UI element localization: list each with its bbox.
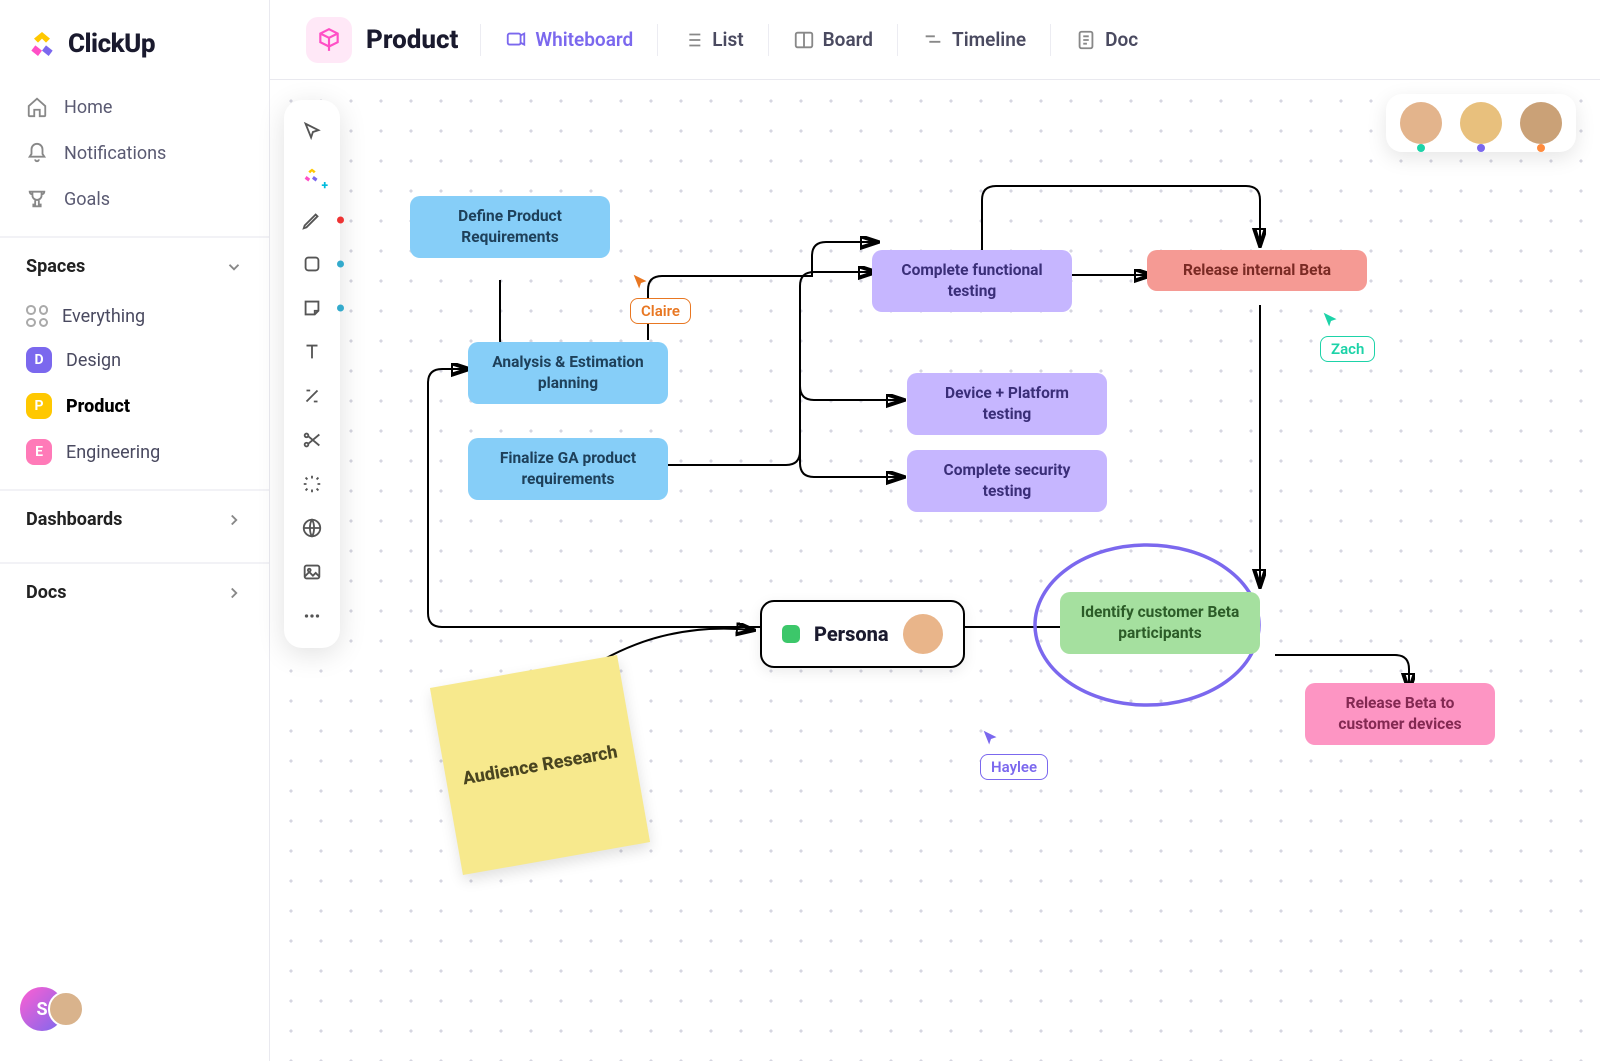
board-icon — [793, 29, 815, 51]
clickup-icon — [26, 28, 58, 60]
tab-board[interactable]: Board — [791, 28, 875, 51]
tab-doc[interactable]: Doc — [1073, 28, 1140, 51]
tool-scissors[interactable] — [292, 420, 332, 460]
trophy-icon — [26, 188, 48, 210]
topbar: Product Whiteboard List Board Timeline — [270, 0, 1600, 80]
space-badge: E — [26, 439, 52, 465]
page-title[interactable]: Product — [306, 17, 458, 63]
space-badge: D — [26, 347, 52, 373]
node-finalize[interactable]: Finalize GA product requirements — [468, 438, 668, 500]
tool-shape[interactable] — [292, 244, 332, 284]
doc-icon — [1075, 29, 1097, 51]
tab-timeline[interactable]: Timeline — [920, 28, 1028, 51]
tool-more[interactable] — [292, 596, 332, 636]
sidebar-label: Goals — [64, 189, 110, 210]
brand-name: ClickUp — [68, 29, 155, 59]
space-label: Engineering — [66, 442, 160, 463]
space-badge: P — [26, 393, 52, 419]
node-device[interactable]: Device + Platform testing — [907, 373, 1107, 435]
sidebar-item-notifications[interactable]: Notifications — [0, 130, 269, 176]
sidebar-section-docs[interactable]: Docs — [0, 564, 269, 621]
tab-whiteboard[interactable]: Whiteboard — [503, 28, 635, 51]
whiteboard-icon — [505, 29, 527, 51]
node-identify[interactable]: Identify customer Beta participants — [1060, 592, 1260, 654]
sidebar-item-engineering[interactable]: E Engineering — [0, 429, 269, 475]
chevron-down-icon — [225, 258, 243, 276]
whiteboard-canvas[interactable]: + — [270, 80, 1600, 1061]
node-functional[interactable]: Complete functional testing — [872, 250, 1072, 312]
tab-list[interactable]: List — [680, 28, 745, 51]
section-label: Docs — [26, 582, 66, 603]
status-square — [782, 625, 800, 643]
node-release-customer[interactable]: Release Beta to customer devices — [1305, 683, 1495, 745]
sidebar-label: Home — [64, 97, 112, 118]
tool-image[interactable] — [292, 552, 332, 592]
sidebar-label: Notifications — [64, 143, 166, 164]
sidebar-item-design[interactable]: D Design — [0, 337, 269, 383]
space-label: Design — [66, 350, 121, 371]
sidebar-item-everything[interactable]: Everything — [0, 295, 269, 337]
tool-magic[interactable] — [292, 464, 332, 504]
avatar — [903, 614, 943, 654]
sidebar: ClickUp Home Notifications Goals Spaces … — [0, 0, 270, 1061]
avatar — [1520, 102, 1562, 144]
home-icon — [26, 96, 48, 118]
node-release-internal[interactable]: Release internal Beta — [1147, 250, 1367, 291]
cursor-claire: Claire — [630, 272, 691, 324]
tool-sticky[interactable] — [292, 288, 332, 328]
tool-web[interactable] — [292, 508, 332, 548]
presence-avatars[interactable] — [1386, 94, 1576, 152]
sticky-note[interactable]: Audience Research — [430, 655, 650, 875]
chevron-right-icon — [225, 511, 243, 529]
bell-icon — [26, 142, 48, 164]
sidebar-item-product[interactable]: P Product — [0, 383, 269, 429]
avatar — [1460, 102, 1502, 144]
sidebar-section-dashboards[interactable]: Dashboards — [0, 491, 269, 548]
card-persona[interactable]: Persona — [760, 600, 965, 668]
tool-clickup-add[interactable]: + — [292, 156, 332, 196]
whiteboard-toolbar: + — [284, 100, 340, 648]
everything-icon — [26, 305, 48, 327]
sidebar-item-home[interactable]: Home — [0, 84, 269, 130]
avatar — [1400, 102, 1442, 144]
space-label: Product — [66, 396, 130, 417]
cube-icon — [306, 17, 352, 63]
chevron-right-icon — [225, 584, 243, 602]
section-label: Dashboards — [26, 509, 122, 530]
user-initial: S — [36, 999, 47, 1020]
cursor-haylee: Haylee — [980, 728, 1048, 780]
node-define[interactable]: Define Product Requirements — [410, 196, 610, 258]
tool-cursor[interactable] — [292, 112, 332, 152]
timeline-icon — [922, 29, 944, 51]
node-analysis[interactable]: Analysis & Estimation planning — [468, 342, 668, 404]
section-label: Spaces — [26, 256, 85, 277]
sidebar-item-goals[interactable]: Goals — [0, 176, 269, 222]
user-menu[interactable]: S — [0, 957, 269, 1061]
cursor-zach: Zach — [1320, 310, 1375, 362]
tool-text[interactable] — [292, 332, 332, 372]
tool-pen[interactable] — [292, 200, 332, 240]
list-icon — [682, 29, 704, 51]
tool-connector[interactable] — [292, 376, 332, 416]
space-label: Everything — [62, 306, 145, 327]
sidebar-section-spaces[interactable]: Spaces — [0, 238, 269, 295]
logo[interactable]: ClickUp — [0, 28, 269, 84]
node-security[interactable]: Complete security testing — [907, 450, 1107, 512]
